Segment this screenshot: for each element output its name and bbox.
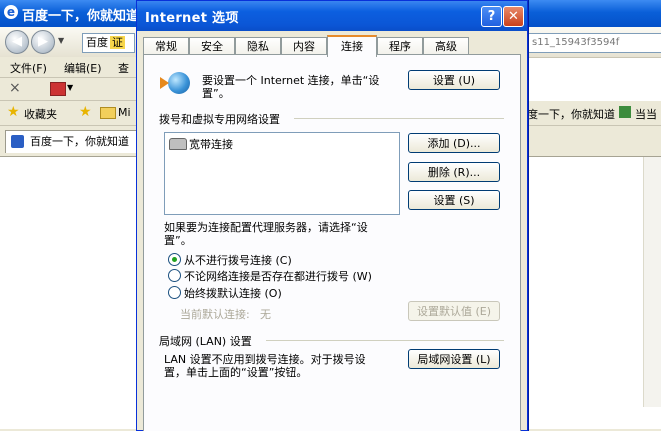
address-bar[interactable]: 百度证 bbox=[82, 33, 135, 53]
radio-never-dial[interactable] bbox=[168, 253, 181, 266]
connections-panel: 要设置一个 Internet 连接，单击“设 置”。 设置 (U) 拨号和虚拟专… bbox=[143, 54, 521, 431]
radio-dial-whenever[interactable] bbox=[168, 269, 181, 282]
dialup-section-label: 拨号和虚拟专用网络设置 bbox=[159, 113, 280, 126]
tab-privacy[interactable]: 隐私 bbox=[235, 37, 281, 55]
back-button-icon[interactable]: ◀ bbox=[5, 30, 29, 54]
list-item-label: 宽带连接 bbox=[189, 138, 233, 151]
proxy-text-line1: 如果要为连接配置代理服务器，请选择“设 bbox=[164, 221, 368, 234]
toolbar-close-icon[interactable]: × bbox=[9, 80, 21, 96]
menu-file[interactable]: 文件(F) bbox=[10, 60, 47, 76]
list-item[interactable]: 宽带连接 bbox=[169, 136, 279, 151]
favorites-star-icon[interactable]: ★ bbox=[7, 104, 20, 120]
ie-window-title: 百度一下，你就知道 bbox=[22, 9, 140, 24]
ie-logo-icon: e bbox=[4, 5, 18, 19]
history-dropdown-icon[interactable]: ▼ bbox=[58, 36, 64, 45]
menu-edit[interactable]: 编辑(E) bbox=[64, 60, 102, 76]
forward-button-icon[interactable]: ▶ bbox=[31, 30, 55, 54]
add-button[interactable]: 添加 (D)... bbox=[408, 133, 500, 153]
tab-security[interactable]: 安全 bbox=[189, 37, 235, 55]
browser-tab-title: 百度一下，你就知道 bbox=[30, 135, 129, 148]
lan-settings-button[interactable]: 局域网设置 (L) bbox=[408, 349, 500, 369]
lan-text-line2: 置，单击上面的“设置”按钮。 bbox=[164, 366, 308, 379]
dialup-connection-list[interactable]: 宽带连接 bbox=[164, 132, 400, 215]
dialup-settings-button[interactable]: 设置 (S) bbox=[408, 190, 500, 210]
broadband-connection-icon bbox=[169, 138, 187, 150]
vertical-scrollbar[interactable] bbox=[643, 157, 661, 407]
proxy-text-line2: 置”。 bbox=[164, 234, 192, 247]
favorites-item-baidu[interactable]: 度一下，你就知道 bbox=[527, 106, 615, 122]
current-default-label: 当前默认连接: bbox=[180, 308, 250, 321]
help-button[interactable]: ? bbox=[481, 6, 502, 27]
lan-section-label: 局域网 (LAN) 设置 bbox=[159, 335, 252, 348]
dialog-title: Internet 选项 bbox=[145, 11, 239, 26]
toolbar-app-icon[interactable] bbox=[50, 82, 66, 96]
setup-button[interactable]: 设置 (U) bbox=[408, 70, 500, 90]
remove-button[interactable]: 删除 (R)... bbox=[408, 162, 500, 182]
connect-arrow-icon bbox=[160, 77, 169, 89]
certificate-tag[interactable]: 证 bbox=[110, 36, 125, 49]
favorites-folder-label[interactable]: Mi bbox=[118, 106, 131, 119]
setup-text-line2: 置”。 bbox=[202, 87, 230, 100]
address-url-input[interactable]: s11_15943f3594f bbox=[527, 33, 661, 53]
dialog-tabs: 常规 安全 隐私 内容 连接 程序 高级 bbox=[143, 35, 523, 57]
dialog-titlebar: Internet 选项 ? ✕ bbox=[137, 1, 527, 31]
favorites-item-dangdang[interactable]: 当当 bbox=[635, 106, 657, 122]
lan-section-divider bbox=[266, 340, 504, 341]
radio-never-dial-label[interactable]: 从不进行拨号连接 (C) bbox=[184, 252, 292, 268]
set-default-button[interactable]: 设置默认值 (E) bbox=[408, 301, 500, 321]
internet-globe-icon bbox=[168, 72, 190, 94]
toolbar-dropdown-icon[interactable]: ▼ bbox=[67, 83, 73, 92]
radio-dial-whenever-label[interactable]: 不论网络连接是否存在都进行拨号 (W) bbox=[184, 268, 372, 284]
baidu-paw-icon bbox=[11, 135, 24, 148]
radio-always-dial-default[interactable] bbox=[168, 286, 181, 299]
tab-content[interactable]: 内容 bbox=[281, 37, 327, 55]
current-default-value: 无 bbox=[260, 308, 271, 321]
tab-advanced[interactable]: 高级 bbox=[423, 37, 469, 55]
ie-menubar: 文件(F) 编辑(E) 查看 bbox=[0, 57, 136, 91]
dialup-section-divider bbox=[294, 118, 504, 119]
tab-general[interactable]: 常规 bbox=[143, 37, 189, 55]
ie-toolbar: × ▼ bbox=[0, 78, 136, 101]
tab-connections[interactable]: 连接 bbox=[327, 35, 377, 57]
address-prefix: 百度 bbox=[86, 36, 108, 49]
add-favorite-icon[interactable]: ★ bbox=[79, 104, 92, 120]
dangdang-icon bbox=[619, 106, 631, 118]
tab-programs[interactable]: 程序 bbox=[377, 37, 423, 55]
radio-always-dial-default-label[interactable]: 始终拨默认连接 (O) bbox=[184, 285, 282, 301]
favorites-label[interactable]: 收藏夹 bbox=[24, 106, 57, 122]
internet-options-dialog: Internet 选项 ? ✕ 常规 安全 隐私 内容 连接 程序 高级 要设置… bbox=[136, 0, 528, 431]
folder-icon bbox=[100, 107, 116, 119]
close-button[interactable]: ✕ bbox=[503, 6, 524, 27]
